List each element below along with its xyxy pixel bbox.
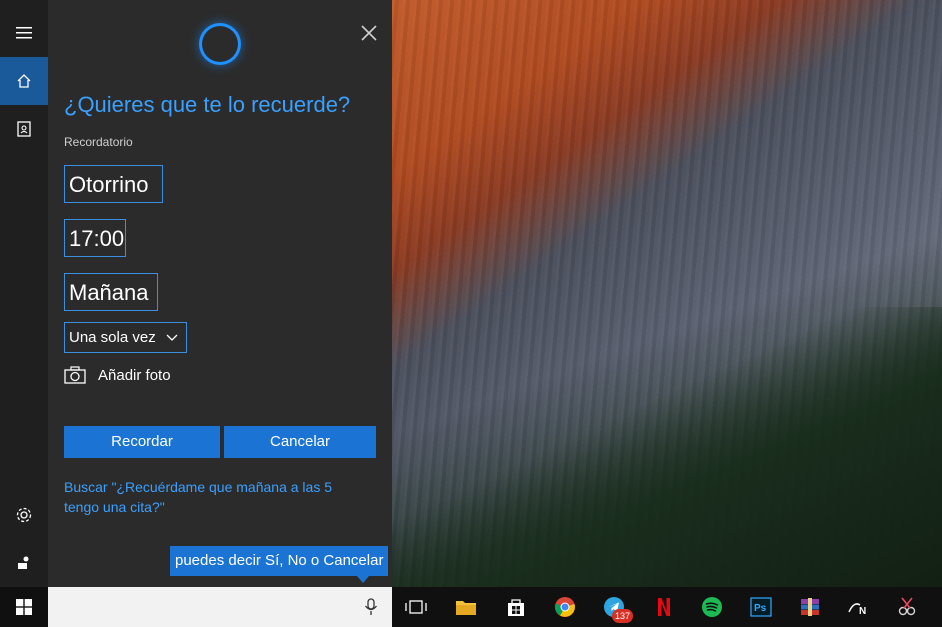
reminder-label: Recordatorio [64, 135, 133, 149]
remind-button[interactable]: Recordar [64, 426, 220, 458]
task-view-button[interactable] [402, 593, 430, 621]
chevron-down-icon [166, 334, 178, 341]
tooltip-arrow [357, 576, 369, 583]
telegram-unread-badge: 137 [612, 609, 634, 623]
settings-button[interactable] [0, 491, 48, 539]
spotify-button[interactable] [698, 593, 726, 621]
desktop-wallpaper [392, 0, 942, 587]
windows-logo-icon [16, 599, 32, 615]
add-photo-label: Añadir foto [98, 366, 171, 384]
netflix-button[interactable] [650, 593, 678, 621]
notion-button[interactable]: N [844, 593, 872, 621]
cortana-logo-icon [202, 26, 238, 62]
chrome-button[interactable] [551, 593, 579, 621]
file-explorer-icon [456, 601, 476, 615]
snip-button[interactable] [893, 593, 921, 621]
home-icon [17, 74, 31, 88]
reminder-day-field[interactable]: Mañana [64, 273, 158, 311]
reminder-question: ¿Quieres que te lo recuerde? [64, 92, 351, 117]
menu-icon [16, 27, 32, 39]
hamburger-menu-button[interactable] [0, 9, 48, 57]
notebook-button[interactable] [0, 105, 48, 153]
cortana-rail [0, 0, 48, 587]
start-button[interactable] [0, 587, 48, 627]
microphone-icon[interactable] [364, 598, 378, 616]
cortana-search-box[interactable] [48, 587, 392, 627]
winrar-icon [801, 598, 819, 616]
reminder-time-field[interactable]: 17:00 [64, 219, 126, 257]
add-photo-button[interactable]: Añadir foto [64, 366, 171, 384]
netflix-icon [658, 598, 670, 616]
settings-icon [16, 507, 32, 523]
file-explorer-button[interactable] [452, 593, 480, 621]
svg-text:N: N [859, 606, 866, 615]
notion-icon: N [848, 603, 866, 615]
photoshop-button[interactable]: Ps [747, 593, 775, 621]
repeat-dropdown[interactable]: Una sola vez [64, 322, 187, 353]
task-view-icon [405, 600, 427, 614]
home-button[interactable] [0, 57, 48, 105]
photoshop-icon: Ps [750, 597, 772, 617]
store-icon [508, 599, 524, 616]
svg-text:Ps: Ps [754, 603, 767, 614]
cancel-button[interactable]: Cancelar [224, 426, 376, 458]
notebook-icon [17, 121, 31, 137]
voice-tooltip: puedes decir Sí, No o Cancelar [170, 546, 389, 576]
feedback-button[interactable] [0, 539, 48, 587]
reminder-title-field[interactable]: Otorrino [64, 165, 163, 203]
feedback-icon [18, 556, 29, 569]
cortana-panel: ¿Quieres que te lo recuerde? Recordatori… [48, 0, 392, 587]
repeat-dropdown-value: Una sola vez [69, 329, 156, 346]
snip-icon [898, 597, 916, 616]
spotify-icon [702, 597, 722, 617]
store-button[interactable] [502, 593, 530, 621]
search-suggestion-link[interactable]: Buscar "¿Recuérdame que mañana a las 5 t… [64, 477, 364, 517]
taskbar: Ps N [0, 587, 942, 627]
close-icon[interactable] [358, 22, 380, 44]
winrar-button[interactable] [796, 593, 824, 621]
chrome-icon [554, 597, 575, 617]
camera-icon [64, 366, 86, 384]
